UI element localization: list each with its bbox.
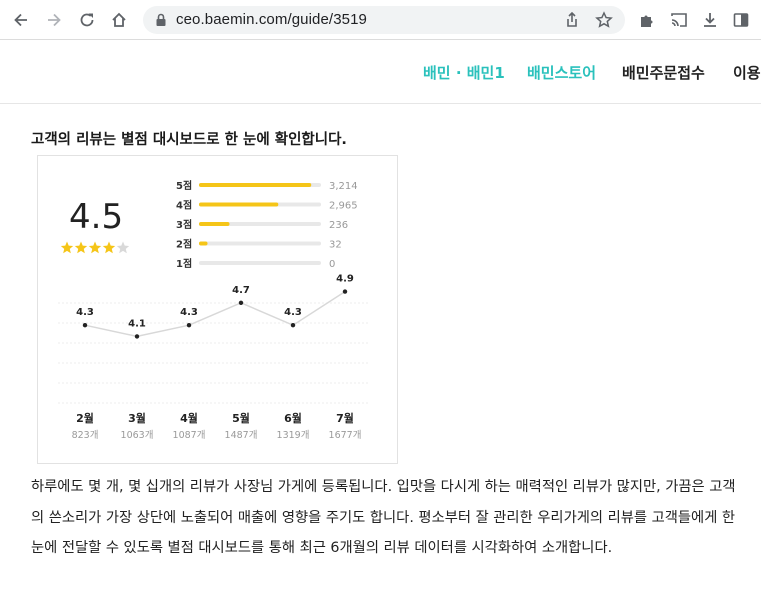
- cast-icon[interactable]: [666, 7, 692, 33]
- rating-bar-track: [199, 261, 321, 265]
- trend-value-label: 4.9: [336, 274, 354, 285]
- review-count-label: 1487개: [225, 430, 258, 441]
- rating-bar-label: 5점: [176, 180, 192, 192]
- trend-value-label: 4.1: [128, 318, 146, 329]
- nav-item-baemin-store[interactable]: 배민스토어: [527, 62, 596, 83]
- trend-value-label: 4.3: [180, 307, 198, 318]
- trend-line: [84, 290, 346, 338]
- rating-bar-track: [199, 241, 321, 246]
- trend-point: [238, 300, 244, 305]
- nav-item-order-reception[interactable]: 배민주문접수: [622, 62, 705, 83]
- month-label: 7월: [336, 411, 354, 425]
- back-arrow-icon[interactable]: [8, 7, 34, 33]
- trend-value-label: 4.3: [284, 307, 302, 318]
- sidebar-icon[interactable]: [728, 7, 754, 33]
- rating-bar: [199, 183, 312, 187]
- review-count-label: 823개: [72, 430, 99, 441]
- puzzle-icon[interactable]: [634, 7, 660, 33]
- browser-toolbar: ceo.baemin.com/guide/3519: [0, 0, 761, 40]
- reload-icon[interactable]: [74, 7, 100, 33]
- month-label: 6월: [284, 411, 302, 425]
- trend-point: [134, 334, 140, 339]
- review-count-label: 1319개: [277, 430, 310, 441]
- review-count-label: 1677개: [329, 430, 362, 441]
- rating-star-icon: [60, 241, 74, 254]
- rating-bar-label: 1점: [176, 258, 192, 270]
- review-count-label: 1063개: [121, 430, 154, 441]
- trend-point: [186, 323, 192, 328]
- rating-bar: [199, 222, 230, 226]
- nav-item-baemin-baemin1[interactable]: 배민 · 배민1: [423, 62, 505, 83]
- url-text[interactable]: ceo.baemin.com/guide/3519: [176, 11, 367, 28]
- forward-arrow-icon[interactable]: [41, 7, 67, 33]
- rating-star-icon: [116, 241, 130, 254]
- home-icon[interactable]: [106, 7, 132, 33]
- rating-count-label: 0: [329, 259, 335, 270]
- overall-rating-value: 4.5: [69, 197, 123, 237]
- month-label: 3월: [128, 411, 146, 425]
- rating-star-icon: [74, 241, 88, 254]
- site-navigation: 배민 · 배민1 배민스토어 배민주문접수 이용: [0, 41, 761, 104]
- rating-star-icon: [88, 241, 102, 254]
- review-dashboard-image: 4.5 5점 3,214 4점 2,965 3점 236 2점 32 1점 0 4.3 2월 823개 4.…: [37, 155, 398, 464]
- rating-bar-label: 3점: [176, 219, 192, 231]
- review-count-label: 1087개: [173, 430, 206, 441]
- rating-bar: [199, 241, 208, 246]
- month-label: 5월: [232, 411, 250, 425]
- article-paragraph: 하루에도 몇 개, 몇 십개의 리뷰가 사장님 가게에 등록됩니다. 입맛을 다…: [31, 479, 736, 556]
- nav-item-usage[interactable]: 이용: [733, 62, 761, 83]
- lock-icon[interactable]: [153, 12, 169, 28]
- share-icon[interactable]: [563, 11, 581, 29]
- star-icon[interactable]: [595, 11, 613, 29]
- review-dashboard-chart: 4.5 5점 3,214 4점 2,965 3점 236 2점 32 1점 0 4.3 2월 823개 4.…: [58, 180, 368, 441]
- address-bar[interactable]: ceo.baemin.com/guide/3519: [143, 6, 625, 34]
- rating-count-label: 236: [329, 220, 348, 231]
- trend-value-label: 4.7: [232, 285, 250, 296]
- rating-count-label: 3,214: [329, 181, 358, 192]
- download-icon[interactable]: [697, 7, 723, 33]
- month-label: 2월: [76, 411, 94, 425]
- rating-count-label: 2,965: [329, 201, 358, 212]
- rating-bar-label: 4점: [176, 200, 192, 212]
- rating-star-icon: [102, 241, 116, 254]
- trend-point: [342, 289, 348, 294]
- month-label: 4월: [180, 411, 198, 425]
- rating-bar: [199, 202, 279, 207]
- trend-value-label: 4.3: [76, 307, 94, 318]
- rating-bar-label: 2점: [176, 239, 192, 251]
- rating-count-label: 32: [329, 240, 342, 251]
- trend-point: [82, 323, 88, 328]
- article-heading: 고객의 리뷰는 별점 대시보드로 한 눈에 확인합니다.: [31, 132, 347, 148]
- trend-point: [290, 323, 296, 328]
